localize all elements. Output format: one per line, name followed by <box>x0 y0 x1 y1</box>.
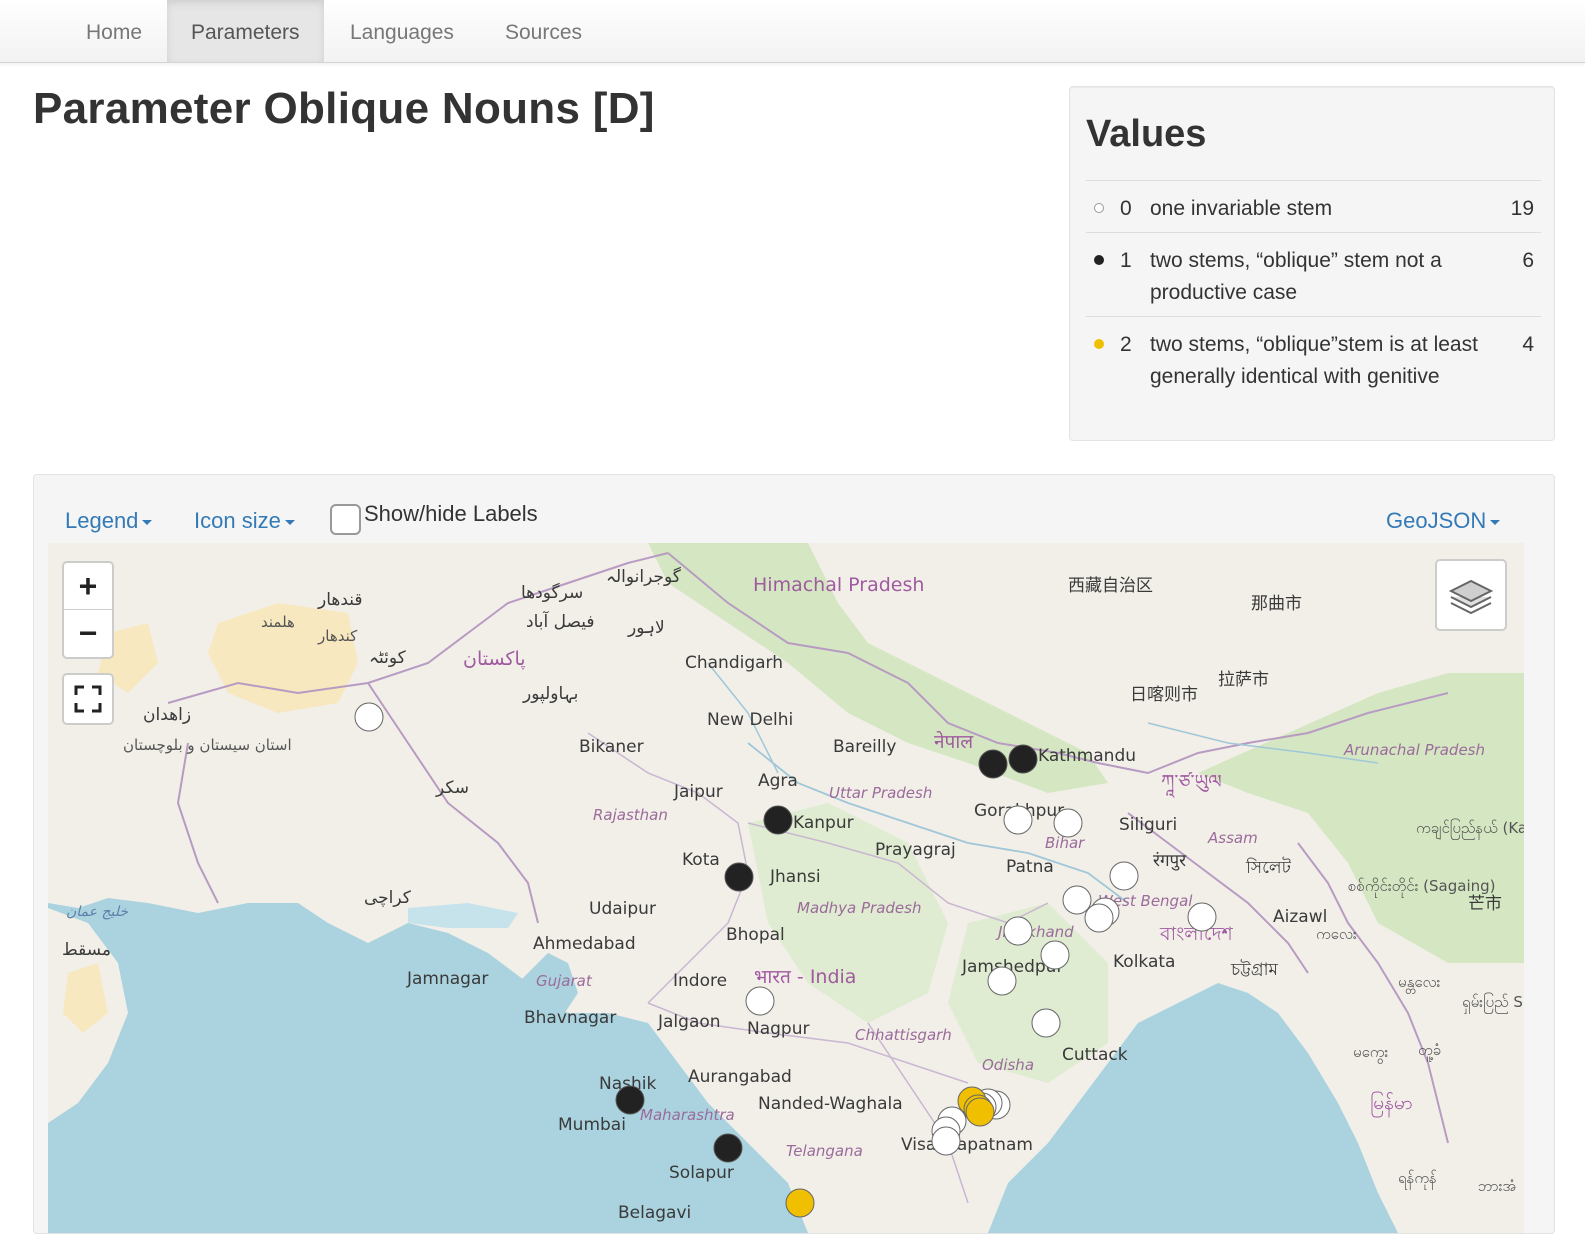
marker-value-0[interactable] <box>1040 940 1070 970</box>
nav-languages[interactable]: Languages <box>326 0 478 62</box>
nav-home[interactable]: Home <box>62 0 166 62</box>
nav-sources[interactable]: Sources <box>481 0 606 62</box>
value-number: 1 <box>1120 232 1150 317</box>
marker-value-2[interactable] <box>785 1188 815 1218</box>
marker-value-0[interactable] <box>1003 805 1033 835</box>
marker-value-0[interactable] <box>931 1126 961 1156</box>
value-number: 2 <box>1120 316 1150 400</box>
marker-value-1[interactable] <box>724 862 754 892</box>
marker-value-0[interactable] <box>1053 808 1083 838</box>
marker-value-1[interactable] <box>1008 744 1038 774</box>
value-count: 6 <box>1501 232 1541 317</box>
zoom-in-button[interactable]: + <box>64 563 112 610</box>
marker-value-1[interactable] <box>615 1085 645 1115</box>
zoom-control: + − <box>62 561 114 659</box>
marker-value-0[interactable] <box>1031 1008 1061 1038</box>
value-number: 0 <box>1120 180 1150 233</box>
values-table: 0 one invariable stem 19 1 two stems, “o… <box>1086 180 1541 400</box>
value-0-circle-icon <box>1094 202 1104 213</box>
nav-parameters[interactable]: Parameters <box>167 0 324 62</box>
map-panel: Legend Icon size Show/hide Labels GeoJSO… <box>33 474 1555 1234</box>
top-navbar: Home Parameters Languages Sources <box>0 0 1585 63</box>
fullscreen-button[interactable] <box>62 673 114 725</box>
marker-value-0[interactable] <box>1109 861 1139 891</box>
fullscreen-icon <box>74 685 102 713</box>
marker-value-0[interactable] <box>987 966 1017 996</box>
caret-down-icon <box>284 519 295 525</box>
value-label: two stems, “oblique”stem is at least gen… <box>1150 316 1501 400</box>
value-count: 4 <box>1501 316 1541 400</box>
marker-value-0[interactable] <box>1084 903 1114 933</box>
layers-icon <box>1448 579 1494 615</box>
marker-value-1[interactable] <box>978 749 1008 779</box>
value-row: 2 two stems, “oblique”stem is at least g… <box>1086 316 1541 400</box>
zoom-out-button[interactable]: − <box>64 610 112 657</box>
values-title: Values <box>1086 113 1207 155</box>
value-2-circle-icon <box>1094 338 1104 349</box>
icon-size-label: Icon size <box>194 508 281 533</box>
marker-value-0[interactable] <box>1187 902 1217 932</box>
value-count: 19 <box>1501 180 1541 233</box>
icon-size-dropdown[interactable]: Icon size <box>194 508 295 534</box>
marker-value-0[interactable] <box>1062 885 1092 915</box>
value-label: two stems, “oblique” stem not a producti… <box>1150 232 1501 317</box>
map-markers <box>354 702 1217 1218</box>
caret-down-icon <box>1490 519 1501 525</box>
value-label: one invariable stem <box>1150 180 1501 233</box>
marker-value-1[interactable] <box>713 1133 743 1163</box>
marker-value-0[interactable] <box>1003 916 1033 946</box>
labels-checkbox-label: Show/hide Labels <box>364 501 538 526</box>
marker-value-2[interactable] <box>965 1097 995 1127</box>
marker-value-1[interactable] <box>763 805 793 835</box>
caret-down-icon <box>142 519 153 525</box>
legend-dropdown[interactable]: Legend <box>65 508 153 534</box>
value-1-circle-icon <box>1094 254 1104 265</box>
page-title: Parameter Oblique Nouns [D] <box>33 84 655 133</box>
map-canvas[interactable]: Himachal Pradesh Chandigarh New Delhi Ba… <box>48 543 1524 1233</box>
marker-value-0[interactable] <box>745 986 775 1016</box>
geojson-label: GeoJSON <box>1386 508 1487 533</box>
values-panel: Values 0 one invariable stem 19 1 two st… <box>1069 86 1555 441</box>
labels-checkbox[interactable] <box>330 504 361 535</box>
marker-value-0[interactable] <box>354 702 384 732</box>
value-row: 1 two stems, “oblique” stem not a produc… <box>1086 232 1541 317</box>
layers-button[interactable] <box>1435 559 1507 631</box>
legend-label: Legend <box>65 508 139 533</box>
value-row: 0 one invariable stem 19 <box>1086 180 1541 233</box>
geojson-dropdown[interactable]: GeoJSON <box>1386 508 1501 534</box>
